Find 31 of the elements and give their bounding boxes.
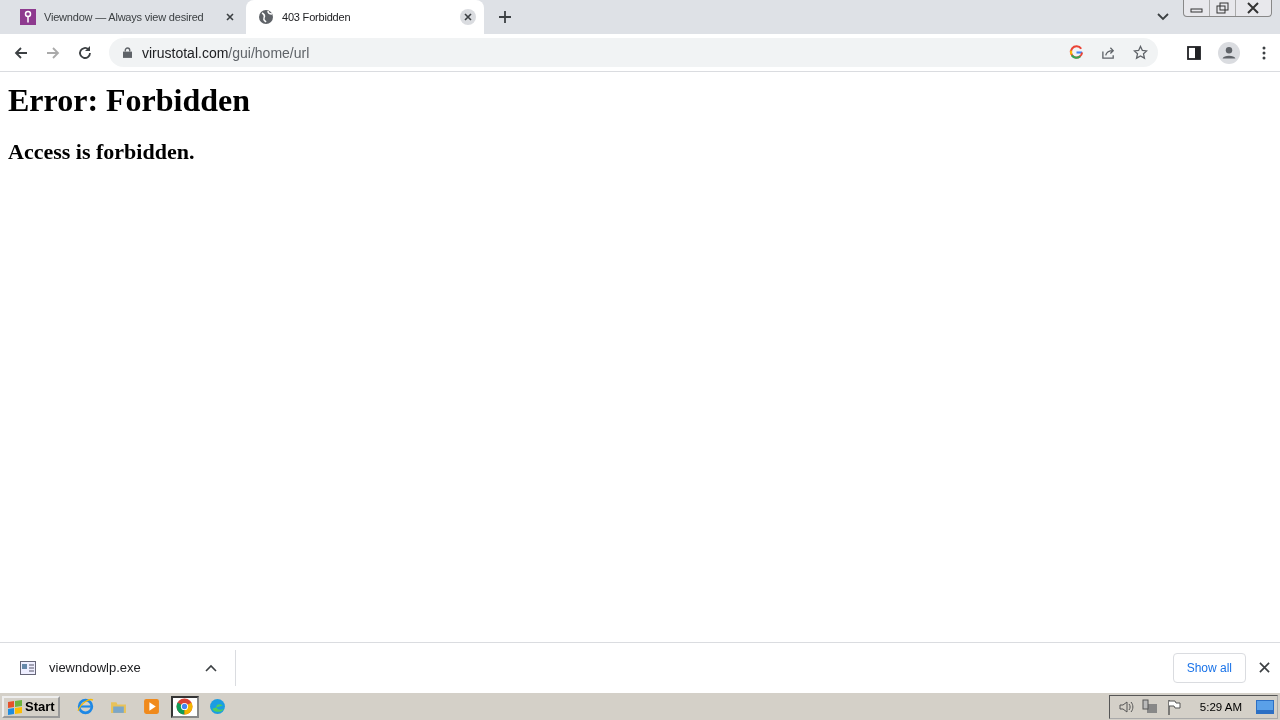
download-filename[interactable]: viewndowlp.exe <box>49 660 205 675</box>
globe-icon <box>258 9 274 25</box>
lock-icon <box>123 47 132 58</box>
show-all-button[interactable]: Show all <box>1172 652 1246 683</box>
new-tab-icon[interactable] <box>498 10 512 24</box>
flag-icon[interactable] <box>1165 698 1182 715</box>
caret-up-icon[interactable] <box>205 663 217 672</box>
close-icon[interactable] <box>460 9 476 25</box>
error-message: Access is forbidden. <box>8 139 196 165</box>
windows-logo-icon <box>7 698 23 715</box>
side-panel-icon[interactable] <box>1186 44 1202 61</box>
browser-tab[interactable]: 403 Forbidden <box>246 0 484 34</box>
browser-tab[interactable]: Viewndow — Always view desired <box>8 0 246 34</box>
app-icon <box>20 9 36 25</box>
google-icon[interactable] <box>1069 45 1084 60</box>
share-icon[interactable] <box>1101 45 1116 60</box>
chevron-down-icon[interactable] <box>1157 13 1169 21</box>
error-heading: Error: Forbidden <box>8 82 252 119</box>
start-button[interactable]: Start <box>2 695 60 718</box>
clock-time[interactable]: 5:29 AM <box>1199 700 1242 713</box>
address-bar[interactable]: virustotal.com/gui/home/url <box>109 38 1158 67</box>
back-icon[interactable] <box>13 44 29 61</box>
chrome-taskbar-icon[interactable] <box>170 695 199 718</box>
close-icon[interactable] <box>1259 662 1270 673</box>
speaker-icon[interactable] <box>1117 698 1134 715</box>
profile-icon[interactable] <box>1218 41 1240 64</box>
star-icon[interactable] <box>1133 45 1148 60</box>
reload-icon[interactable] <box>77 44 93 61</box>
show-desktop-icon[interactable] <box>1256 699 1274 714</box>
network-icon[interactable] <box>1141 698 1158 715</box>
executable-file-icon <box>20 660 36 675</box>
